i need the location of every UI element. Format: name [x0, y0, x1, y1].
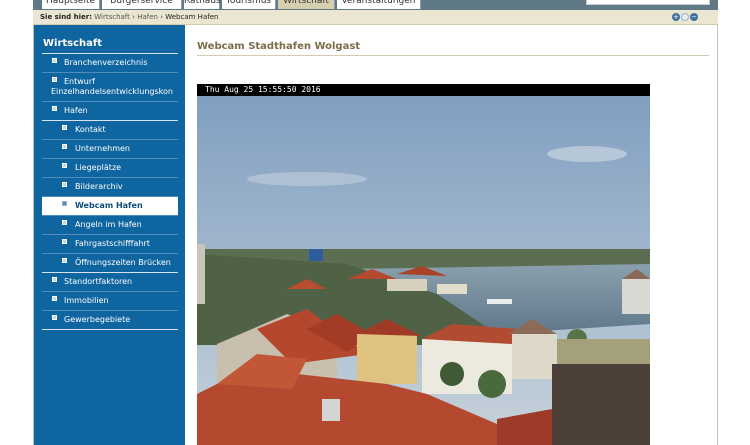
breadcrumb-item-current: Webcam Hafen	[165, 13, 219, 21]
sidebar-item-angeln[interactable]: Angeln im Hafen	[42, 216, 178, 235]
sidebar-item-immobilien[interactable]: Immobilien	[42, 292, 178, 311]
bullet-icon	[52, 296, 57, 301]
sidebar-item-label: Webcam Hafen	[75, 201, 143, 210]
breadcrumb-item-wirtschaft[interactable]: Wirtschaft	[94, 13, 130, 21]
sidebar-item-kontakt[interactable]: Kontakt	[42, 121, 178, 140]
main-content: Webcam Stadthafen Wolgast	[197, 40, 709, 56]
bullet-icon	[62, 220, 67, 225]
bullet-icon	[62, 144, 67, 149]
bullet-icon	[62, 163, 67, 168]
breadcrumb-separator: ›	[160, 13, 163, 21]
sidebar-item-label: Bilderarchiv	[75, 182, 123, 191]
breadcrumb: Sie sind hier: Wirtschaft › Hafen › Webc…	[33, 10, 718, 25]
webcam-image: Thu Aug 25 15:55:50 2016	[197, 84, 650, 445]
sidebar-item-gewerbegebiete[interactable]: Gewerbegebiete	[42, 311, 178, 330]
harbor-webcam-scene	[197, 84, 650, 445]
bullet-icon	[52, 277, 57, 282]
sidebar-item-label: Entwurf	[64, 77, 95, 86]
bullet-icon	[62, 258, 67, 263]
tab-tourismus[interactable]: Tourismus	[222, 0, 276, 9]
sidebar-item-standortfaktoren[interactable]: Standortfaktoren	[42, 273, 178, 292]
tab-hauptseite[interactable]: Hauptseite	[42, 0, 100, 9]
sidebar-item-label: Gewerbegebiete	[64, 315, 131, 324]
sidebar-item-label: Standortfaktoren	[64, 277, 133, 286]
sidebar-item-fahrgastschifffahrt[interactable]: Fahrgastschifffahrt	[42, 235, 178, 254]
bullet-icon	[52, 106, 57, 111]
webcam-timestamp: Thu Aug 25 15:55:50 2016	[197, 84, 650, 96]
bullet-icon	[62, 182, 67, 187]
sidebar-item-hafen[interactable]: Hafen	[42, 102, 178, 121]
breadcrumb-item-hafen[interactable]: Hafen	[137, 13, 158, 21]
sidebar-item-label: Branchenverzeichnis	[64, 58, 148, 67]
page-border-right	[717, 25, 718, 445]
page-title: Webcam Stadthafen Wolgast	[197, 40, 709, 56]
zoom-in-icon[interactable]: +	[672, 13, 680, 21]
bullet-icon	[62, 201, 67, 206]
sidebar-item-label: Immobilien	[64, 296, 109, 305]
bullet-icon	[62, 239, 67, 244]
sidebar-item-label: Angeln im Hafen	[75, 220, 142, 229]
sidebar: Wirtschaft Branchenverzeichnis Entwurf E…	[34, 25, 185, 445]
sidebar-item-label: Liegeplätze	[75, 163, 122, 172]
sidebar-title[interactable]: Wirtschaft	[42, 37, 178, 54]
breadcrumb-prefix: Sie sind hier:	[40, 13, 93, 21]
sidebar-item-label: Einzelhandelsentwicklungskon	[51, 87, 173, 96]
tab-buergerservice[interactable]: Bürgerservice	[102, 0, 182, 9]
breadcrumb-separator: ›	[132, 13, 135, 21]
sidebar-item-webcam-hafen[interactable]: Webcam Hafen	[42, 197, 178, 216]
bullet-icon	[62, 125, 67, 130]
sidebar-item-label: Fahrgastschifffahrt	[75, 239, 150, 248]
sidebar-item-label: Öffnungszeiten Brücken	[75, 258, 171, 267]
zoom-reset-icon[interactable]	[681, 13, 689, 21]
sidebar-item-unternehmen[interactable]: Unternehmen	[42, 140, 178, 159]
sidebar-item-oeffnungszeiten[interactable]: Öffnungszeiten Brücken	[42, 254, 178, 273]
sidebar-item-branchenverzeichnis[interactable]: Branchenverzeichnis	[42, 54, 178, 73]
zoom-out-icon[interactable]: −	[690, 13, 698, 21]
sidebar-item-label: Kontakt	[75, 125, 106, 134]
sidebar-item-label: Hafen	[64, 106, 88, 115]
search-input[interactable]	[586, 0, 710, 5]
bullet-icon	[52, 77, 57, 82]
font-size-controls: + −	[671, 13, 698, 22]
sidebar-item-label: Unternehmen	[75, 144, 130, 153]
tab-veranstaltungen[interactable]: Veranstaltungen	[337, 0, 421, 9]
sidebar-item-entwurf[interactable]: Entwurf Einzelhandelsentwicklungskon	[42, 73, 178, 102]
tab-rathaus[interactable]: Rathaus	[184, 0, 221, 9]
sidebar-item-bilderarchiv[interactable]: Bilderarchiv	[42, 178, 178, 197]
bullet-icon	[52, 315, 57, 320]
sidebar-item-liegeplaetze[interactable]: Liegeplätze	[42, 159, 178, 178]
tab-wirtschaft[interactable]: Wirtschaft	[278, 0, 335, 9]
top-navigation: Hauptseite Bürgerservice Rathaus Tourism…	[33, 0, 718, 10]
bullet-icon	[52, 58, 57, 63]
